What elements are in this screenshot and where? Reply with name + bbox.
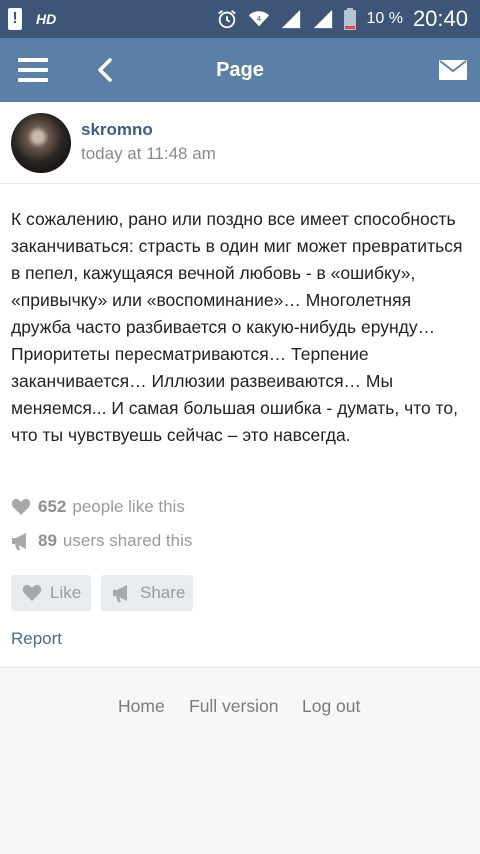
- like-button[interactable]: Like: [11, 575, 91, 611]
- post-timestamp: today at 11:48 am: [81, 144, 216, 163]
- author-name[interactable]: skromno: [81, 120, 153, 140]
- likes-text: people like this: [72, 497, 185, 516]
- alarm-icon: [218, 10, 237, 29]
- megaphone-icon: [113, 585, 127, 602]
- battery-percent: 10 %: [366, 10, 403, 27]
- heart-icon: [22, 584, 42, 601]
- back-chevron-icon[interactable]: [94, 56, 116, 84]
- shares-text: users shared this: [62, 531, 193, 550]
- svg-text:4: 4: [257, 14, 262, 23]
- post-header: skromno today at 11:48 am: [0, 102, 480, 184]
- share-label: Share: [140, 583, 186, 602]
- like-label: Like: [50, 583, 82, 602]
- megaphone-icon: [12, 533, 26, 550]
- status-bar: ! HD 4 10 % 20:40: [0, 0, 480, 38]
- likes-count: 652: [38, 497, 67, 516]
- page-title: Page: [216, 58, 264, 81]
- battery-icon: [344, 8, 357, 30]
- footer: Home Full version Log out: [0, 668, 480, 854]
- heart-icon: [11, 498, 31, 515]
- clock: 20:40: [412, 6, 468, 31]
- report-link[interactable]: Report: [11, 629, 62, 649]
- signal-icon-2: [314, 9, 333, 29]
- footer-home-link[interactable]: Home: [118, 696, 165, 717]
- menu-icon[interactable]: [18, 58, 48, 82]
- post-text: К сожалению, рано или поздно все имеет с…: [11, 209, 463, 445]
- avatar[interactable]: [11, 113, 71, 173]
- footer-log-out-link[interactable]: Log out: [302, 696, 360, 717]
- likes-stat: 652 people like this: [11, 497, 185, 517]
- signal-icon: [282, 9, 301, 29]
- mail-icon[interactable]: [439, 60, 467, 80]
- shares-count: 89: [38, 531, 57, 550]
- shares-stat: 89 users shared this: [11, 531, 192, 551]
- app-bar: Page: [0, 38, 480, 102]
- footer-full-version-link[interactable]: Full version: [189, 696, 278, 717]
- alert-icon: !: [8, 8, 22, 30]
- share-button[interactable]: Share: [101, 575, 193, 611]
- hd-indicator: HD: [36, 11, 57, 27]
- wifi-icon: 4: [249, 11, 270, 27]
